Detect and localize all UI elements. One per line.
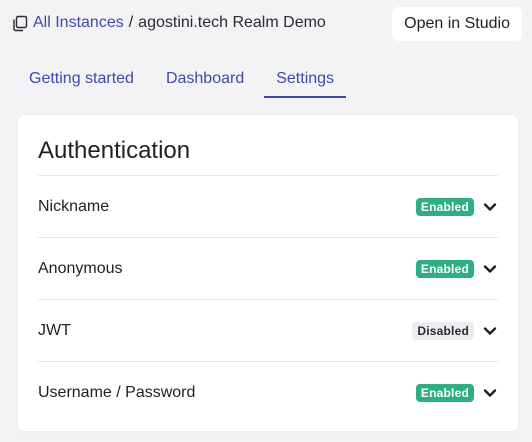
- tab-dashboard[interactable]: Dashboard: [154, 64, 256, 98]
- tab-settings[interactable]: Settings: [264, 64, 346, 98]
- copy-icon: [12, 15, 29, 32]
- status-badge: Enabled: [415, 260, 474, 278]
- breadcrumb: All Instances / agostini.tech Realm Demo: [12, 12, 326, 34]
- provider-row-anonymous[interactable]: Anonymous Enabled: [38, 238, 498, 300]
- chevron-down-icon[interactable]: [482, 385, 498, 401]
- chevron-down-icon[interactable]: [482, 261, 498, 277]
- provider-label: JWT: [38, 322, 71, 339]
- open-in-studio-button[interactable]: Open in Studio: [392, 7, 522, 41]
- top-bar: All Instances / agostini.tech Realm Demo…: [0, 0, 532, 48]
- status-badge: Enabled: [415, 198, 474, 216]
- provider-row-jwt[interactable]: JWT Disabled: [38, 300, 498, 362]
- authentication-card: Authentication Nickname Enabled Anonymou…: [18, 115, 518, 431]
- status-badge: Disabled: [412, 322, 474, 340]
- authentication-title: Authentication: [38, 137, 191, 164]
- chevron-down-icon[interactable]: [482, 199, 498, 215]
- breadcrumb-current: agostini.tech Realm Demo: [138, 14, 326, 31]
- breadcrumb-separator: /: [128, 14, 134, 31]
- provider-label: Anonymous: [38, 260, 123, 277]
- tab-bar: Getting started Dashboard Settings: [17, 64, 346, 98]
- provider-label: Username / Password: [38, 384, 196, 401]
- breadcrumb-all-instances-link[interactable]: All Instances: [33, 14, 124, 32]
- provider-row-username-password[interactable]: Username / Password Enabled: [38, 362, 498, 424]
- provider-label: Nickname: [38, 198, 110, 215]
- provider-row-nickname[interactable]: Nickname Enabled: [38, 176, 498, 238]
- tab-getting-started[interactable]: Getting started: [17, 64, 146, 98]
- status-badge: Enabled: [415, 384, 474, 402]
- chevron-down-icon[interactable]: [482, 323, 498, 339]
